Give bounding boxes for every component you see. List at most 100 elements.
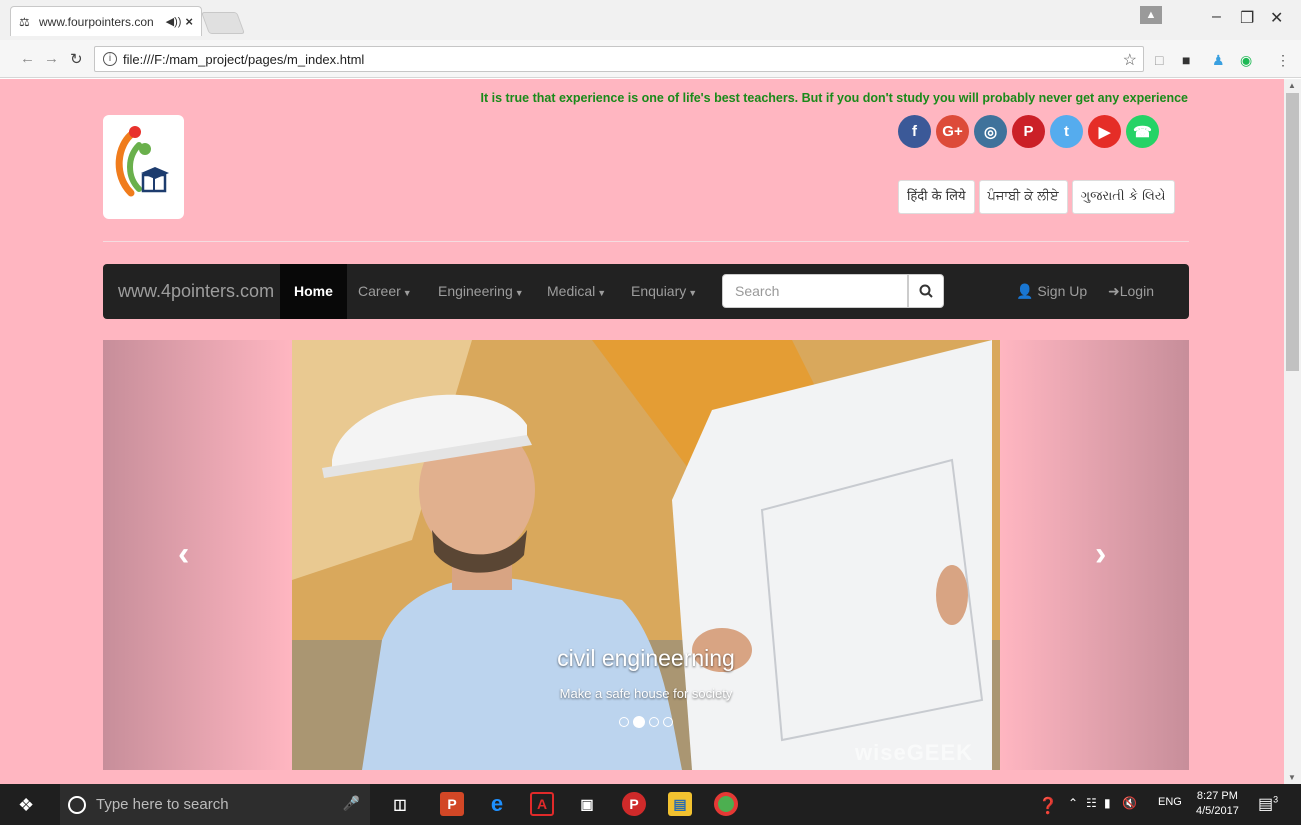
page-scrollbar[interactable]: ▲ ▼ (1284, 79, 1301, 784)
nav-enquiary[interactable]: Enquiary ▼ (631, 264, 697, 319)
network-icon[interactable]: ☷ (1086, 796, 1097, 810)
tab-audio-icon[interactable]: ◀)) (166, 15, 182, 28)
taskbar-clock[interactable]: 8:27 PM 4/5/2017 (1196, 789, 1239, 819)
extension-person-icon[interactable]: ♟ (1212, 52, 1225, 69)
maximize-button[interactable]: ❐ (1240, 8, 1254, 28)
social-icons: f G+ ◎ Pt ▶ ☎ (898, 115, 1159, 148)
nav-engineering[interactable]: Engineering ▼ (438, 264, 524, 319)
search-button[interactable] (908, 274, 944, 308)
logo-graphic (115, 126, 169, 197)
carousel-prev-control[interactable] (103, 340, 292, 770)
task-view-icon[interactable]: ◫ (388, 792, 412, 816)
carousel-indicator-dot[interactable] (663, 717, 673, 727)
instagram-icon[interactable]: ◎ (974, 115, 1007, 148)
header-divider (103, 241, 1189, 242)
image-watermark: wiseGEEK (855, 740, 974, 765)
search-input[interactable]: Search (722, 274, 908, 308)
login-link[interactable]: ➜Login (1108, 264, 1154, 319)
site-logo[interactable] (103, 115, 184, 219)
scroll-down-icon[interactable]: ▼ (1288, 773, 1296, 782)
url-text[interactable]: file:///F:/mam_project/pages/m_index.htm… (123, 52, 364, 67)
volume-muted-icon[interactable]: 🔇 (1122, 796, 1137, 810)
tray-expand-icon[interactable]: ⌃ (1068, 796, 1078, 810)
extension-icon[interactable]: ■ (1182, 52, 1190, 68)
tab-close-icon[interactable]: × (185, 14, 193, 29)
store-icon[interactable]: ▣ (575, 792, 599, 816)
carousel-indicator-dot[interactable] (619, 717, 629, 727)
web-page: It is true that experience is one of lif… (0, 79, 1284, 784)
info-icon[interactable]: i (103, 52, 117, 66)
pinterest-icon[interactable]: P (1012, 115, 1045, 148)
lang-hindi-button[interactable]: हिंदी के लिये (898, 180, 975, 214)
nav-home[interactable]: Home (280, 264, 347, 319)
search-icon (919, 284, 933, 298)
close-window-button[interactable]: ✕ (1270, 8, 1283, 28)
reload-icon[interactable]: ↻ (70, 50, 83, 68)
signup-label: Sign Up (1037, 283, 1088, 299)
chevron-left-icon[interactable]: ‹ (178, 535, 189, 574)
file-explorer-icon[interactable]: ▤ (668, 792, 692, 816)
nav-engineering-label: Engineering (438, 283, 513, 299)
minimize-button[interactable]: – (1212, 8, 1221, 26)
scroll-up-icon[interactable]: ▲ (1288, 81, 1296, 90)
taskbar-search-placeholder: Type here to search (96, 796, 229, 813)
lang-punjabi-button[interactable]: ਪੰਜਾਬੀ ਕੇ ਲੀਏ (978, 180, 1068, 214)
site-navbar: www.4pointers.com Home Career ▼ Engineeri… (103, 264, 1189, 319)
whatsapp-icon[interactable]: ☎ (1126, 115, 1159, 148)
bookmark-star-icon[interactable]: ☆ (1123, 50, 1137, 70)
profile-icon[interactable]: ▲ (1140, 6, 1162, 24)
pinterest-app-icon[interactable]: P (622, 792, 646, 816)
battery-icon[interactable]: ▮ (1104, 796, 1111, 810)
navbar-brand[interactable]: www.4pointers.com (118, 264, 274, 319)
nav-enquiary-label: Enquiary (631, 283, 687, 299)
edge-icon[interactable]: e (485, 791, 509, 816)
carousel-slide-image (292, 340, 1000, 770)
cortana-icon (68, 795, 86, 814)
nav-medical[interactable]: Medical ▼ (547, 264, 606, 319)
engineer-photo (292, 340, 1000, 770)
browser-toolbar: ← → ↻ i file:///F:/mam_project/pages/m_i… (0, 40, 1301, 78)
quote-text: It is true that experience is one of lif… (480, 91, 1188, 105)
carousel-indicator-dot[interactable] (633, 716, 645, 728)
image-carousel: ‹ › civil engineerning Make a safe house… (103, 340, 1189, 770)
windows-start-icon[interactable]: ❖ (18, 795, 34, 816)
caret-down-icon: ▼ (597, 288, 607, 298)
address-bar[interactable]: i file:///F:/mam_project/pages/m_index.h… (94, 46, 1144, 72)
scrollbar-thumb[interactable] (1286, 93, 1299, 371)
carousel-indicators (619, 716, 673, 728)
new-tab-button[interactable] (200, 12, 246, 34)
cast-icon[interactable]: □ (1155, 52, 1163, 68)
carousel-caption-title: civil engineerning (557, 645, 735, 671)
nav-career[interactable]: Career ▼ (358, 264, 412, 319)
carousel-caption-subtitle: Make a safe house for society (559, 686, 733, 701)
back-icon[interactable]: ← (20, 50, 35, 67)
acrobat-icon[interactable]: A (530, 792, 554, 816)
grammarly-icon[interactable]: ◉ (1240, 52, 1252, 69)
youtube-icon[interactable]: ▶ (1088, 115, 1121, 148)
login-icon: ➜ (1108, 283, 1120, 299)
help-icon[interactable]: ❓ (1038, 796, 1058, 816)
facebook-icon[interactable]: f (898, 115, 931, 148)
lang-gujarati-button[interactable]: ગુજરાતી કે લિયે (1071, 180, 1175, 214)
browser-tab[interactable]: ⚖ www.fourpointers.con ◀)) × (10, 6, 202, 36)
chevron-right-icon[interactable]: › (1095, 535, 1106, 574)
microphone-icon[interactable]: 🎤 (343, 795, 360, 812)
language-indicator[interactable]: ENG (1158, 796, 1182, 808)
caret-down-icon: ▼ (402, 288, 412, 298)
google-plus-icon[interactable]: G+ (936, 115, 969, 148)
caret-down-icon: ▼ (688, 288, 698, 298)
language-buttons: हिंदी के लिये ਪੰਜਾਬੀ ਕੇ ਲੀਏ ગુજરાતી કે લ… (898, 180, 1175, 214)
site-favicon-icon: ⚖ (19, 14, 30, 29)
chrome-icon[interactable] (714, 792, 738, 816)
clock-time: 8:27 PM (1196, 790, 1238, 802)
forward-icon[interactable]: → (44, 50, 59, 67)
twitter-icon[interactable]: t (1050, 115, 1083, 148)
action-center-icon[interactable]: ▤3 (1258, 794, 1278, 814)
menu-kebab-icon[interactable]: ⋮ (1276, 52, 1290, 69)
carousel-indicator-dot[interactable] (649, 717, 659, 727)
browser-titlebar: ⚖ www.fourpointers.con ◀)) × ▲ – ❐ ✕ (0, 0, 1301, 40)
powerpoint-icon[interactable]: P (440, 792, 464, 816)
taskbar-search[interactable]: Type here to search 🎤 (60, 784, 370, 825)
nav-medical-label: Medical (547, 283, 596, 299)
signup-link[interactable]: 👤 Sign Up (1016, 264, 1087, 319)
